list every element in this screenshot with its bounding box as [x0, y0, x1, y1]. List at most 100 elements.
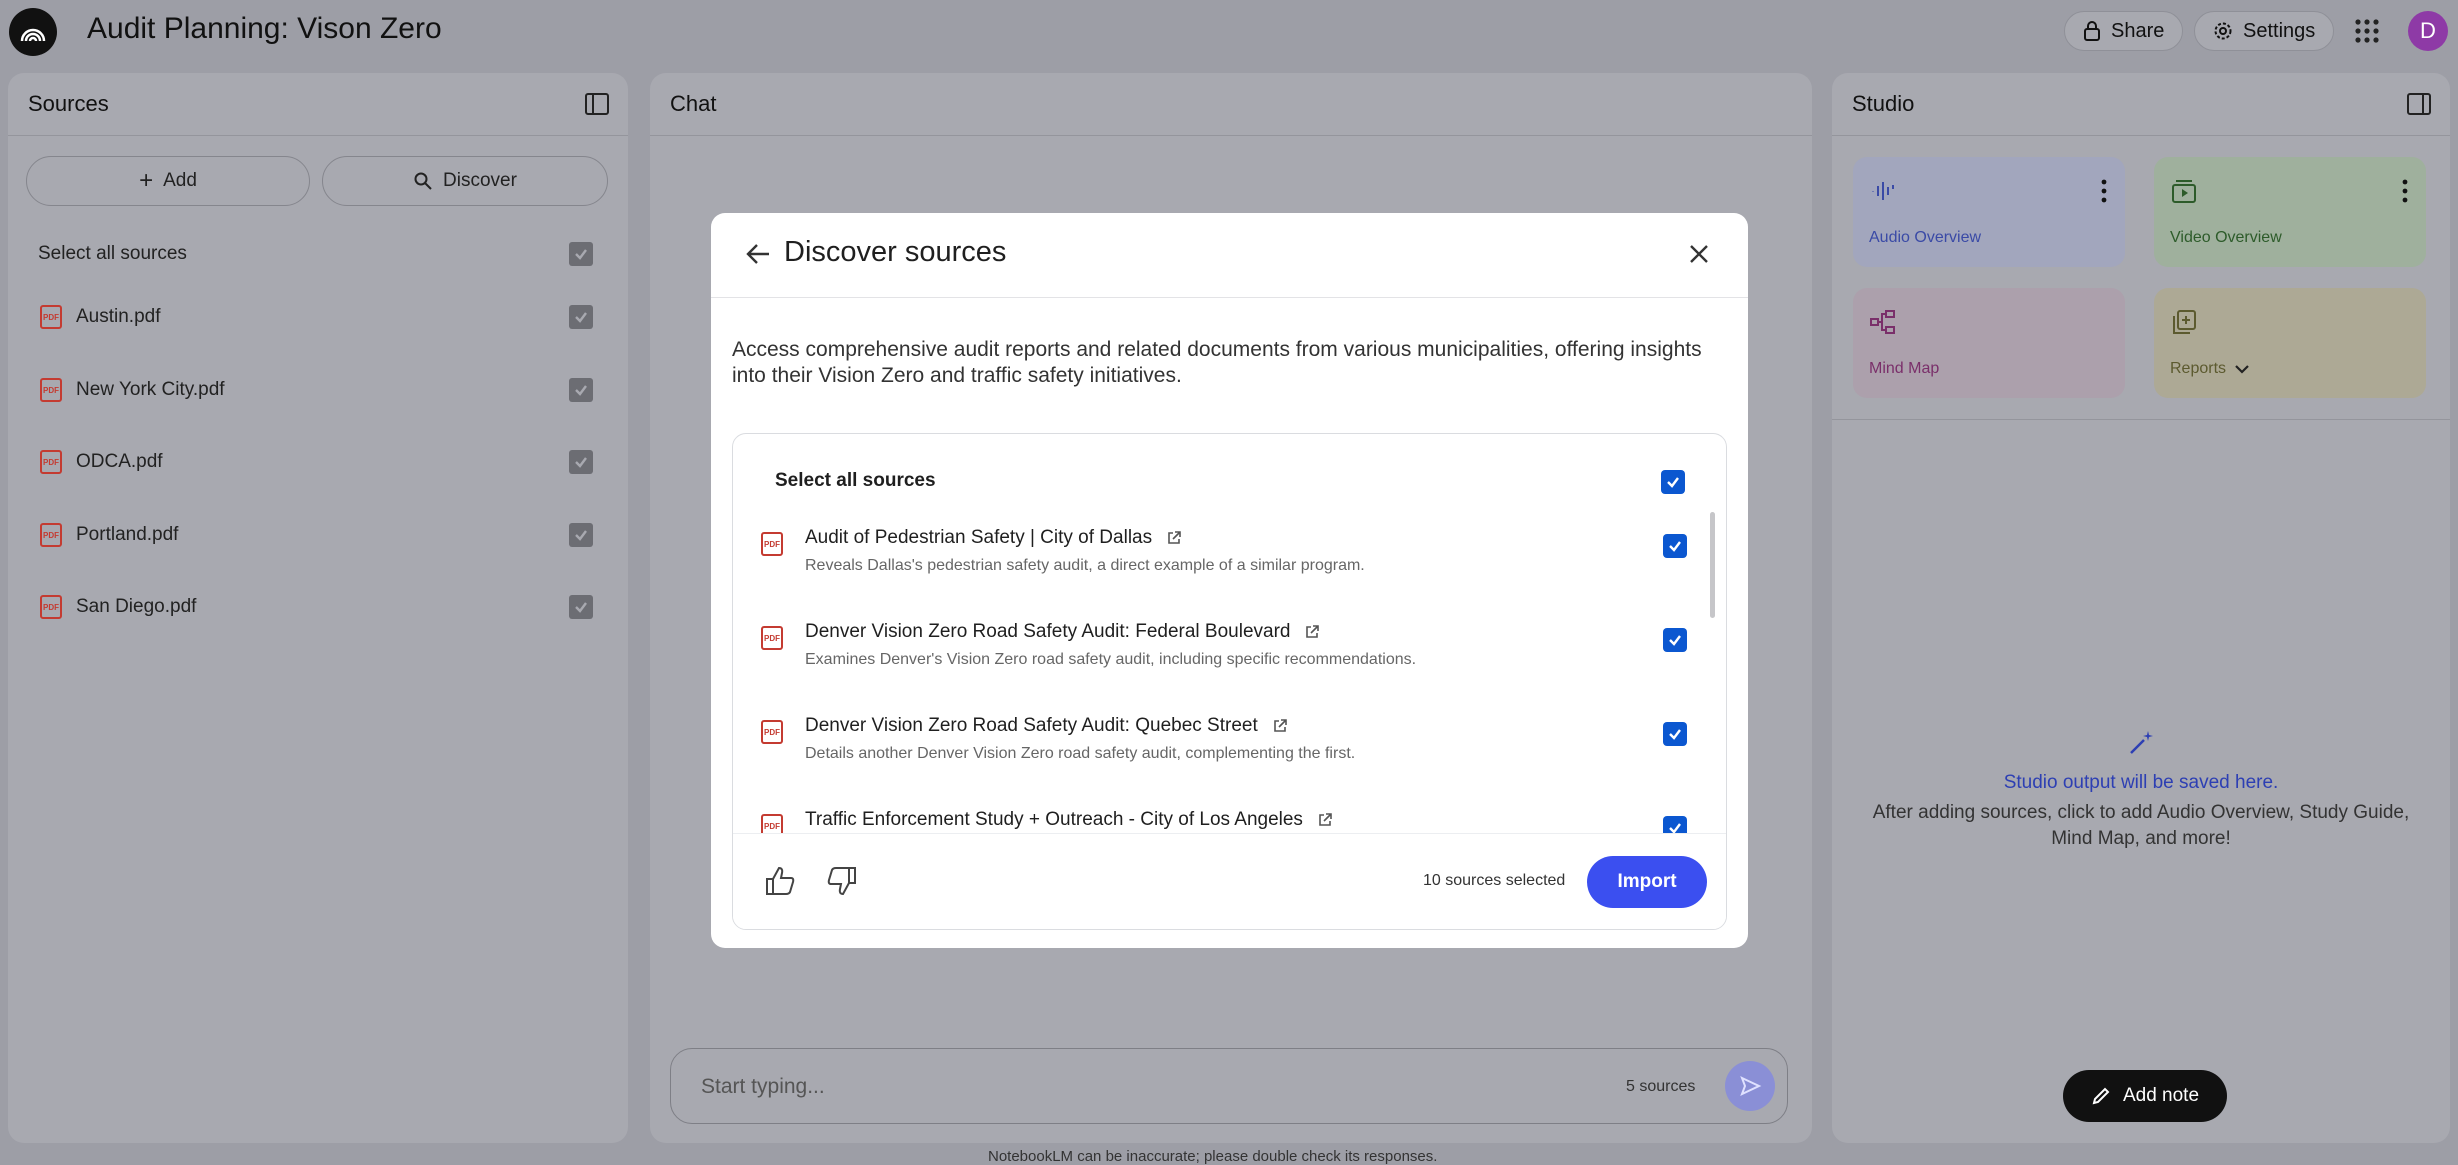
notebooklm-logo-icon[interactable]	[9, 8, 57, 56]
share-button[interactable]: Share	[2064, 11, 2184, 51]
sources-title: Sources	[28, 91, 109, 116]
settings-label: Settings	[2243, 19, 2316, 42]
reports-dropdown[interactable]: Reports	[2170, 360, 2250, 378]
notebook-title[interactable]: Audit Planning: Vison Zero	[87, 12, 442, 46]
open-external-icon[interactable]	[1272, 718, 1288, 734]
chat-input[interactable]: Start typing... 5 sources	[670, 1048, 1788, 1124]
source-item-label: New York City.pdf	[76, 379, 225, 400]
select-all-checkbox[interactable]	[1661, 470, 1685, 494]
source-item[interactable]: PDF Portland.pdf	[40, 515, 178, 555]
video-overview-card[interactable]: Video Overview	[2154, 157, 2426, 267]
send-button[interactable]	[1725, 1061, 1775, 1111]
result-title-row[interactable]: Audit of Pedestrian Safety | City of Dal…	[805, 527, 1182, 549]
open-external-icon[interactable]	[1166, 530, 1182, 546]
pdf-icon: PDF	[761, 626, 783, 650]
result-checkbox[interactable]	[1663, 628, 1687, 652]
mind-map-card[interactable]: Mind Map	[1853, 288, 2125, 398]
reports-card[interactable]: Reports	[2154, 288, 2426, 398]
add-note-button[interactable]: Add note	[2063, 1070, 2227, 1122]
selected-count: 10 sources selected	[1423, 872, 1566, 889]
discover-button[interactable]: Discover	[322, 156, 608, 206]
studio-header: Studio	[1832, 73, 2450, 136]
result-item[interactable]: PDF Audit of Pedestrian Safety | City of…	[761, 527, 1661, 607]
source-item[interactable]: PDF Austin.pdf	[40, 297, 161, 337]
thumbs-down-icon[interactable]	[825, 864, 859, 898]
pdf-icon: PDF	[40, 305, 62, 329]
result-description: Reveals Dallas's pedestrian safety audit…	[805, 557, 1365, 574]
open-external-icon[interactable]	[1304, 624, 1320, 640]
top-bar: Audit Planning: Vison Zero Share Setting…	[0, 0, 2458, 62]
pencil-icon	[2092, 1087, 2110, 1105]
video-icon	[2172, 180, 2196, 203]
add-source-button[interactable]: + Add	[26, 156, 310, 206]
import-button[interactable]: Import	[1587, 856, 1707, 908]
share-label: Share	[2111, 19, 2165, 42]
more-options-icon[interactable]	[2402, 179, 2408, 203]
result-checkbox[interactable]	[1663, 534, 1687, 558]
source-checkbox[interactable]	[569, 378, 593, 402]
lock-icon	[2084, 21, 2100, 41]
collapse-panel-icon[interactable]	[584, 91, 610, 117]
add-note-label: Add note	[2122, 1085, 2200, 1106]
mind-map-label: Mind Map	[1869, 360, 1940, 377]
sources-header: Sources	[8, 73, 628, 136]
audio-overview-card[interactable]: Audio Overview	[1853, 157, 2125, 267]
source-checkbox[interactable]	[569, 523, 593, 547]
source-item[interactable]: PDF San Diego.pdf	[40, 587, 196, 627]
thumbs-up-icon[interactable]	[763, 864, 797, 898]
source-item[interactable]: PDF ODCA.pdf	[40, 442, 163, 482]
dialog-title: Discover sources	[784, 236, 1007, 268]
select-all-label: Select all sources	[38, 243, 187, 264]
source-checkbox[interactable]	[569, 305, 593, 329]
studio-title: Studio	[1852, 91, 1915, 116]
disclaimer-text: NotebookLM can be inaccurate; please dou…	[988, 1148, 1438, 1165]
results-box: Select all sources PDF Audit of Pedestri…	[732, 433, 1727, 930]
discover-label: Discover	[443, 170, 517, 191]
plus-icon: +	[139, 167, 154, 194]
result-item[interactable]: PDF Denver Vision Zero Road Safety Audit…	[761, 715, 1661, 795]
back-arrow-icon[interactable]	[745, 241, 771, 267]
gear-icon	[2214, 22, 2232, 40]
dialog-footer: 10 sources selected Import	[733, 833, 1726, 929]
result-title: Traffic Enforcement Study + Outreach - C…	[805, 809, 1303, 830]
dialog-description: Access comprehensive audit reports and r…	[732, 338, 1702, 387]
source-item-label: Austin.pdf	[76, 306, 161, 327]
collapse-panel-icon[interactable]	[2406, 91, 2432, 117]
close-icon[interactable]	[1688, 243, 1710, 265]
source-checkbox[interactable]	[569, 595, 593, 619]
pdf-icon: PDF	[40, 450, 62, 474]
chevron-down-icon	[2235, 365, 2249, 374]
more-options-icon[interactable]	[2101, 179, 2107, 203]
reports-label: Reports	[2170, 360, 2227, 377]
settings-button[interactable]: Settings	[2194, 11, 2335, 51]
apps-grid-icon[interactable]	[2354, 18, 2380, 44]
result-title-row[interactable]: Denver Vision Zero Road Safety Audit: Qu…	[805, 715, 1288, 737]
select-all-checkbox[interactable]	[569, 242, 593, 266]
chat-title: Chat	[670, 91, 717, 116]
chat-source-count: 5 sources	[1626, 1078, 1696, 1095]
result-title-row[interactable]: Traffic Enforcement Study + Outreach - C…	[805, 809, 1333, 831]
pdf-icon: PDF	[40, 378, 62, 402]
result-title-row[interactable]: Denver Vision Zero Road Safety Audit: Fe…	[805, 621, 1320, 643]
result-title: Denver Vision Zero Road Safety Audit: Fe…	[805, 621, 1291, 642]
source-item-label: ODCA.pdf	[76, 451, 163, 472]
discover-search-icon	[414, 172, 432, 190]
sources-panel: Sources + Add Discover Select all source…	[8, 73, 628, 1143]
studio-empty-state: Studio output will be saved here. After …	[1832, 728, 2450, 852]
pdf-icon: PDF	[761, 532, 783, 556]
source-item-label: San Diego.pdf	[76, 596, 197, 617]
select-all-label: Select all sources	[775, 470, 936, 491]
source-item[interactable]: PDF New York City.pdf	[40, 370, 225, 410]
pdf-icon: PDF	[761, 720, 783, 744]
result-checkbox[interactable]	[1663, 722, 1687, 746]
audio-waveform-icon	[1872, 182, 1894, 200]
results-scrollbar[interactable]	[1710, 512, 1715, 618]
studio-panel: Studio Audio Overview Video Overview Min…	[1832, 73, 2450, 1143]
pdf-icon: PDF	[40, 523, 62, 547]
open-external-icon[interactable]	[1317, 812, 1333, 828]
result-item[interactable]: PDF Denver Vision Zero Road Safety Audit…	[761, 621, 1661, 701]
avatar[interactable]: D	[2408, 11, 2448, 51]
studio-empty-title: Studio output will be saved here.	[2003, 772, 2279, 793]
result-description: Details another Denver Vision Zero road …	[805, 745, 1356, 762]
source-checkbox[interactable]	[569, 450, 593, 474]
